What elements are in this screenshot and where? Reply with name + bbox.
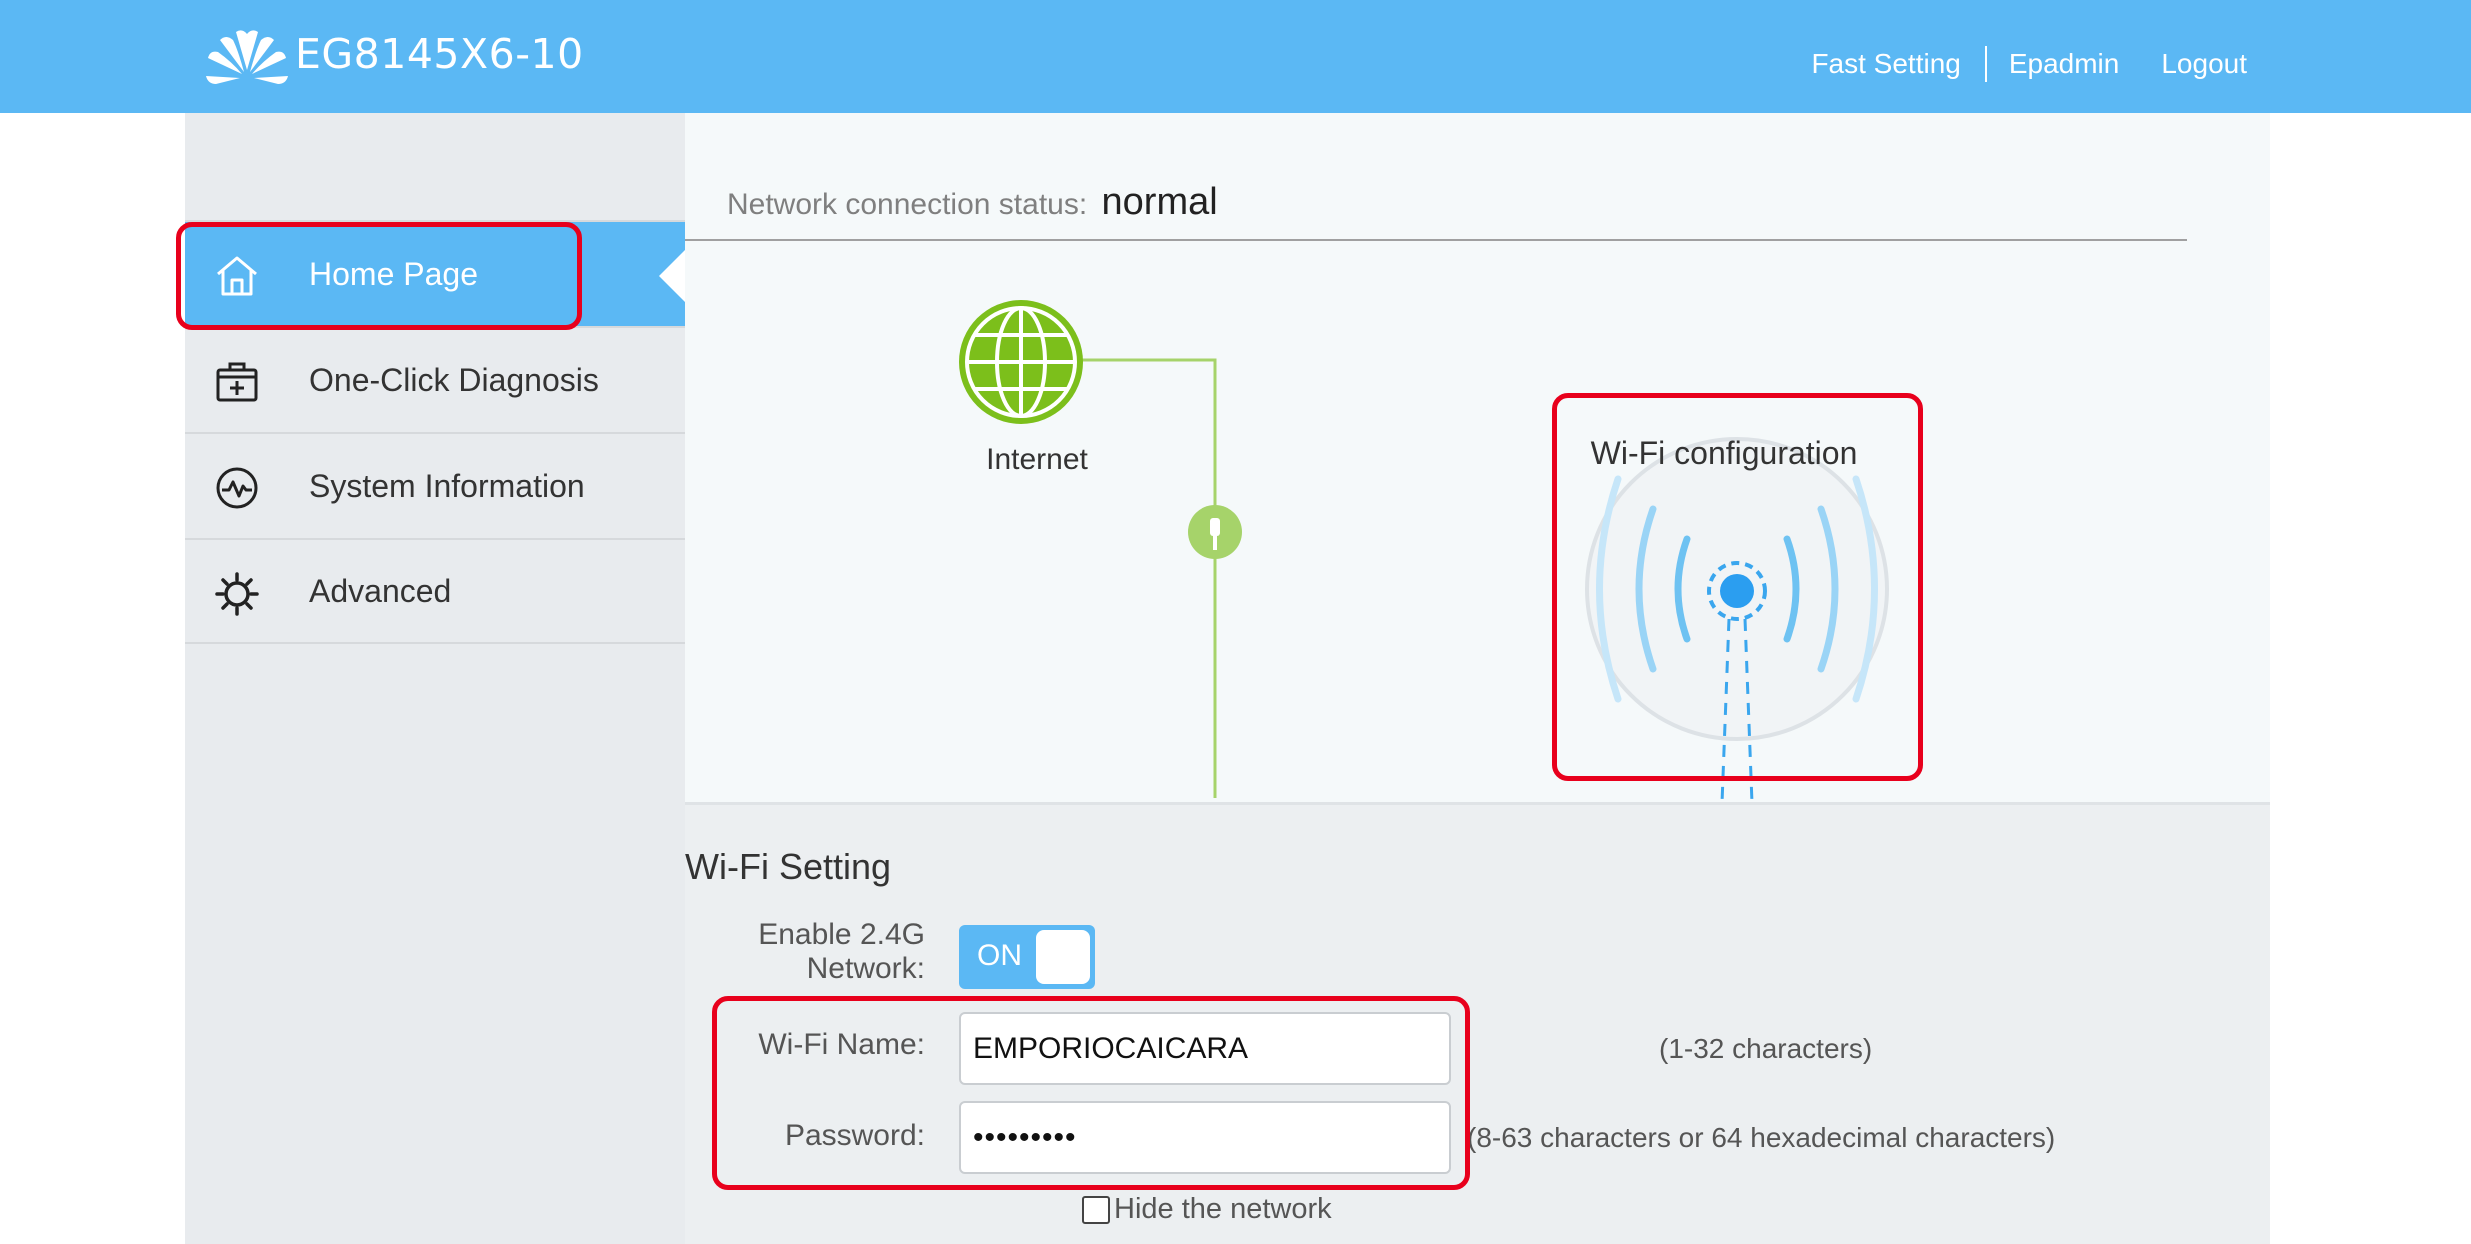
pulse-icon xyxy=(216,467,258,509)
sidebar-item-label: Home Page xyxy=(309,255,478,292)
user-link[interactable]: Epadmin xyxy=(2009,48,2120,80)
internet-link-line xyxy=(1060,358,1217,798)
hide-network-label: Hide the network xyxy=(1114,1193,1332,1225)
internet-globe-icon[interactable] xyxy=(959,300,1083,424)
password-input[interactable] xyxy=(959,1101,1451,1174)
network-status-panel: Network connection status: normal Intern… xyxy=(685,113,2270,805)
wifi-name-hint: (1-32 characters) xyxy=(1659,1033,1873,1064)
fast-setting-link[interactable]: Fast Setting xyxy=(1811,48,1960,80)
wifi-name-label: Wi-Fi Name: xyxy=(758,1028,925,1061)
top-header: EG8145X6-10 Fast Setting Epadmin Logout xyxy=(0,0,2471,113)
toggle-state-label: ON xyxy=(977,939,1022,972)
gear-icon xyxy=(215,572,259,616)
wifi-configuration-icon[interactable] xyxy=(1585,437,1889,804)
password-label: Password: xyxy=(784,1119,925,1152)
home-icon xyxy=(217,256,257,296)
toggle-knob xyxy=(1036,930,1090,984)
header-links: Fast Setting Epadmin Logout xyxy=(1811,46,2247,82)
internet-label: Internet xyxy=(986,443,1088,476)
link-connector-icon xyxy=(1188,505,1242,559)
sidebar-item-label: One-Click Diagnosis xyxy=(309,361,599,398)
device-model-title: EG8145X6-10 xyxy=(295,30,584,78)
first-aid-kit-icon xyxy=(216,362,258,402)
logout-link[interactable]: Logout xyxy=(2161,48,2247,80)
password-hint: (8-63 characters or 64 hexadecimal chara… xyxy=(1467,1122,2056,1153)
sidebar-item-advanced[interactable]: Advanced xyxy=(185,538,685,644)
network-topology-diagram xyxy=(959,300,1889,804)
wifi-setting-title: Wi-Fi Setting xyxy=(685,846,892,887)
sidebar-item-system-information[interactable]: System Information xyxy=(185,432,685,538)
sidebar-item-one-click-diagnosis[interactable]: One-Click Diagnosis xyxy=(185,326,685,432)
enable-network-label: Enable 2.4G Network: xyxy=(758,918,925,985)
main-content: Network connection status: normal Intern… xyxy=(685,113,2270,1244)
sidebar-item-label: System Information xyxy=(309,467,585,504)
wifi-configuration-label[interactable]: Wi-Fi configuration xyxy=(1559,435,1889,472)
sidebar-item-home-page[interactable]: Home Page xyxy=(185,220,685,326)
hide-network-checkbox[interactable] xyxy=(1082,1195,1110,1224)
enable-2g-toggle[interactable]: ON xyxy=(959,925,1095,989)
wifi-name-input[interactable] xyxy=(959,1012,1451,1085)
sidebar-menu: Home Page One-Click Diagnosis System Inf… xyxy=(185,220,685,644)
header-divider xyxy=(1984,46,1987,82)
sidebar: Home Page One-Click Diagnosis System Inf… xyxy=(185,113,685,1244)
hide-network-option: Hide the network xyxy=(1082,1193,1332,1226)
huawei-logo-icon xyxy=(206,30,288,84)
sidebar-item-label: Advanced xyxy=(309,572,452,609)
